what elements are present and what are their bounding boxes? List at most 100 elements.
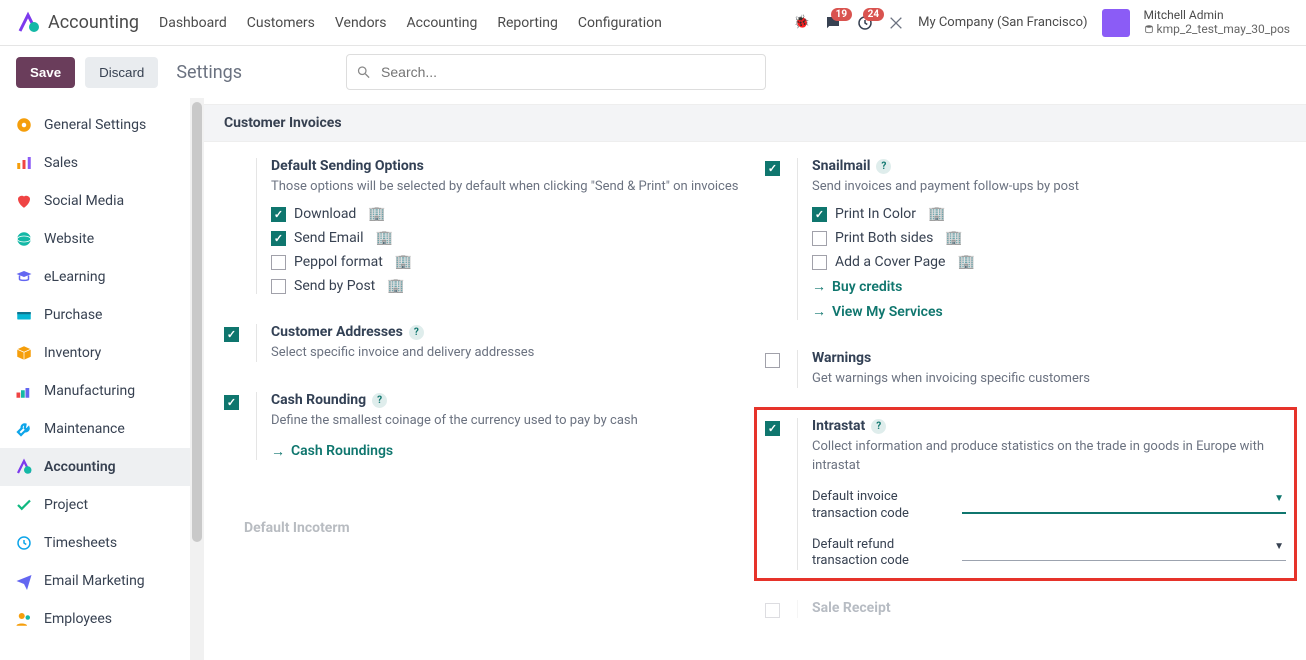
- app-logo-icon[interactable]: [16, 11, 40, 35]
- caret-down-icon: ▼: [1274, 541, 1284, 552]
- sidebar-item-inventory[interactable]: Inventory: [0, 334, 190, 372]
- checkbox-send-email[interactable]: [271, 231, 286, 246]
- sidebar-scrollbar[interactable]: [190, 98, 204, 660]
- input-refund-code[interactable]: [962, 537, 1286, 561]
- settings-search[interactable]: [346, 54, 766, 90]
- db-name: kmp_2_test_may_30_pos: [1144, 23, 1290, 37]
- search-input[interactable]: [346, 54, 766, 90]
- link-view-services[interactable]: →View My Services: [812, 303, 1286, 320]
- sidebar-item-email[interactable]: Email Marketing: [0, 562, 190, 600]
- company-selector[interactable]: My Company (San Francisco): [918, 15, 1087, 30]
- checkbox-print-color[interactable]: [812, 207, 827, 222]
- sidebar-item-label: Accounting: [44, 459, 116, 475]
- rounding-title: Cash Rounding: [271, 392, 366, 408]
- box-sale-receipt: Sale Receipt: [765, 600, 1286, 618]
- help-icon[interactable]: ?: [409, 325, 424, 340]
- menu-configuration[interactable]: Configuration: [578, 15, 662, 31]
- menu-customers[interactable]: Customers: [247, 15, 315, 31]
- activities-badge: 24: [863, 8, 884, 21]
- sending-desc: Those options will be selected by defaul…: [271, 178, 745, 196]
- help-icon[interactable]: ?: [876, 159, 891, 174]
- activities-icon[interactable]: 24: [856, 14, 874, 32]
- sidebar-item-employees[interactable]: Employees: [0, 600, 190, 638]
- arrow-icon: →: [812, 278, 826, 295]
- snail-title: Snailmail: [812, 158, 870, 174]
- sidebar-item-label: Manufacturing: [44, 383, 135, 399]
- warnings-desc: Get warnings when invoicing specific cus…: [812, 370, 1286, 388]
- globe-icon: [14, 229, 34, 249]
- help-icon[interactable]: ?: [871, 419, 886, 434]
- sidebar-item-maintenance[interactable]: Maintenance: [0, 410, 190, 448]
- sidebar-item-timesheets[interactable]: Timesheets: [0, 524, 190, 562]
- box-customer-addresses: Customer Addresses? Select specific invo…: [224, 324, 745, 362]
- bars-icon: [14, 153, 34, 173]
- menu-dashboard[interactable]: Dashboard: [159, 15, 227, 31]
- enterprise-icon: 🏢: [368, 206, 385, 222]
- link-cash-roundings[interactable]: →Cash Roundings: [271, 443, 745, 460]
- box-sending-options: Default Sending Options Those options wi…: [224, 158, 745, 294]
- menu-accounting[interactable]: Accounting: [407, 15, 478, 31]
- combo-invoice-code[interactable]: ▼: [962, 489, 1286, 514]
- addresses-title: Customer Addresses: [271, 324, 403, 340]
- checkbox-send-post[interactable]: [271, 279, 286, 294]
- enterprise-icon: 🏢: [945, 230, 962, 246]
- combo-refund-code[interactable]: ▼: [962, 537, 1286, 561]
- input-invoice-code[interactable]: [962, 489, 1286, 514]
- heart-icon: [14, 191, 34, 211]
- messages-icon[interactable]: 19: [824, 14, 842, 32]
- sidebar-item-label: Purchase: [44, 307, 102, 323]
- sidebar-item-label: Timesheets: [44, 535, 117, 551]
- menu-vendors[interactable]: Vendors: [335, 15, 387, 31]
- debug-icon[interactable]: 🐞: [794, 15, 810, 30]
- app-title[interactable]: Accounting: [48, 12, 139, 33]
- checkbox-cover-page[interactable]: [812, 255, 827, 270]
- users-icon: [14, 609, 34, 629]
- sidebar-item-label: Website: [44, 231, 94, 247]
- section-customer-invoices: Customer Invoices: [204, 104, 1306, 142]
- enterprise-icon: 🏢: [395, 254, 412, 270]
- enterprise-icon: 🏢: [376, 230, 393, 246]
- arrow-icon: →: [812, 303, 826, 320]
- checkbox-cash-rounding[interactable]: [224, 395, 239, 410]
- settings-sidebar: General Settings Sales Social Media Webs…: [0, 98, 190, 660]
- sidebar-item-manufacturing[interactable]: Manufacturing: [0, 372, 190, 410]
- sidebar-item-label: Maintenance: [44, 421, 125, 437]
- sidebar-item-sales[interactable]: Sales: [0, 144, 190, 182]
- sidebar-item-project[interactable]: Project: [0, 486, 190, 524]
- menu-reporting[interactable]: Reporting: [497, 15, 558, 31]
- search-icon: [356, 65, 371, 80]
- checkbox-warnings[interactable]: [765, 353, 780, 368]
- help-icon[interactable]: ?: [372, 393, 387, 408]
- factory-icon: [14, 381, 34, 401]
- link-buy-credits[interactable]: →Buy credits: [812, 278, 1286, 295]
- discard-button[interactable]: Discard: [85, 57, 158, 88]
- checkbox-snailmail[interactable]: [765, 161, 780, 176]
- page-title: Settings: [176, 62, 242, 83]
- sidebar-item-website[interactable]: Website: [0, 220, 190, 258]
- main-menu: Dashboard Customers Vendors Accounting R…: [159, 15, 662, 31]
- checkbox-sale-receipt[interactable]: [765, 603, 780, 618]
- checkbox-peppol[interactable]: [271, 255, 286, 270]
- checkbox-download[interactable]: [271, 207, 286, 222]
- sidebar-item-elearning[interactable]: eLearning: [0, 258, 190, 296]
- sidebar-item-general[interactable]: General Settings: [0, 106, 190, 144]
- user-menu[interactable]: Mitchell Admin kmp_2_test_may_30_pos: [1144, 9, 1290, 37]
- user-avatar-icon[interactable]: [1102, 9, 1130, 37]
- sidebar-item-accounting[interactable]: Accounting: [0, 448, 190, 486]
- label-print-color: Print In Color: [835, 206, 916, 222]
- sidebar-item-label: Inventory: [44, 345, 101, 361]
- sidebar-item-social[interactable]: Social Media: [0, 182, 190, 220]
- label-refund-code: Default refund transaction code: [812, 537, 952, 571]
- sidebar-item-purchase[interactable]: Purchase: [0, 296, 190, 334]
- box-intrastat: Intrastat? Collect information and produ…: [761, 414, 1290, 574]
- checkbox-intrastat[interactable]: [765, 421, 780, 436]
- checkbox-print-both[interactable]: [812, 231, 827, 246]
- snail-desc: Send invoices and payment follow-ups by …: [812, 178, 1286, 196]
- enterprise-icon: 🏢: [387, 278, 404, 294]
- box-icon: [14, 343, 34, 363]
- checkbox-customer-addresses[interactable]: [224, 327, 239, 342]
- save-button[interactable]: Save: [16, 57, 75, 88]
- graduation-icon: [14, 267, 34, 287]
- intrastat-desc: Collect information and produce statisti…: [812, 438, 1286, 474]
- tools-icon[interactable]: [888, 15, 904, 31]
